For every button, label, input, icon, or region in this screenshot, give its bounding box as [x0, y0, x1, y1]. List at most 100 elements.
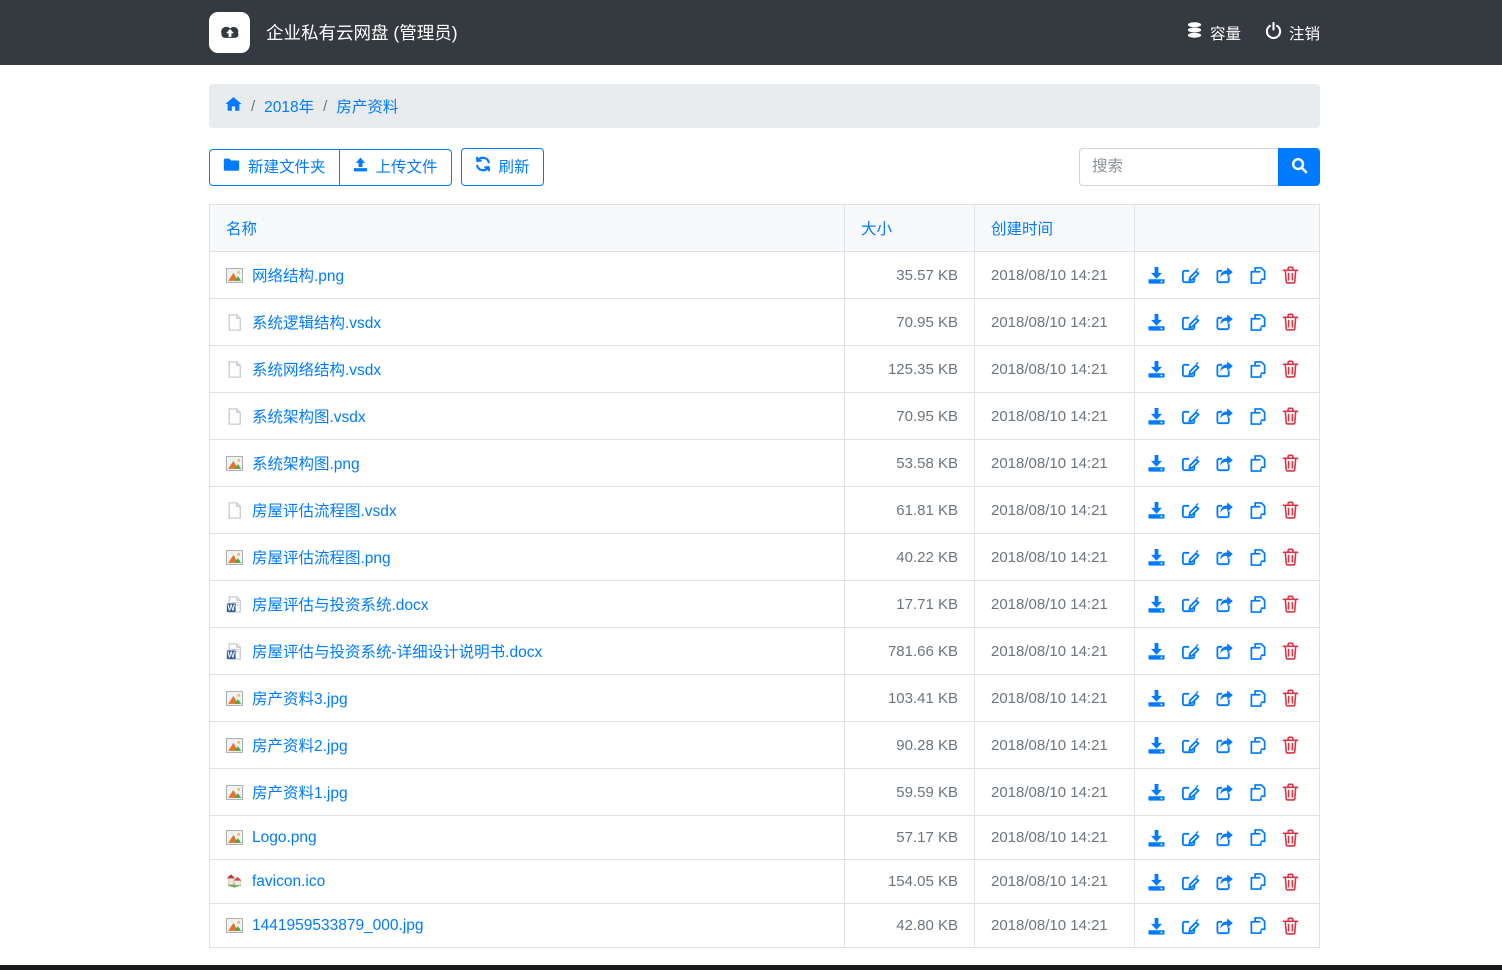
share-icon[interactable] [1215, 873, 1234, 891]
copy-icon[interactable] [1249, 736, 1267, 755]
share-icon[interactable] [1215, 829, 1234, 847]
copy-icon[interactable] [1249, 360, 1267, 379]
download-icon[interactable] [1147, 454, 1166, 472]
copy-icon[interactable] [1249, 642, 1267, 661]
app-brand[interactable]: 企业私有云网盘 (管理员) [209, 12, 458, 53]
file-name-link[interactable]: favicon.ico [252, 873, 325, 891]
refresh-button[interactable]: 刷新 [461, 148, 544, 186]
capacity-link[interactable]: 容量 [1186, 21, 1241, 44]
share-icon[interactable] [1215, 548, 1234, 566]
file-name-link[interactable]: 房产资料3.jpg [252, 687, 348, 709]
delete-icon[interactable] [1282, 689, 1299, 707]
delete-icon[interactable] [1282, 642, 1299, 660]
edit-icon[interactable] [1181, 313, 1200, 331]
download-icon[interactable] [1147, 595, 1166, 613]
download-icon[interactable] [1147, 360, 1166, 378]
edit-icon[interactable] [1181, 454, 1200, 472]
copy-icon[interactable] [1249, 266, 1267, 285]
new-folder-button[interactable]: 新建文件夹 [209, 149, 340, 186]
delete-icon[interactable] [1282, 917, 1299, 935]
share-icon[interactable] [1215, 407, 1234, 425]
delete-icon[interactable] [1282, 454, 1299, 472]
share-icon[interactable] [1215, 917, 1234, 935]
copy-icon[interactable] [1249, 595, 1267, 614]
file-name-link[interactable]: 房屋评估流程图.png [252, 546, 391, 568]
edit-icon[interactable] [1181, 783, 1200, 801]
file-name-link[interactable]: 1441959533879_000.jpg [252, 917, 424, 935]
file-name-link[interactable]: 房产资料1.jpg [252, 781, 348, 803]
edit-icon[interactable] [1181, 736, 1200, 754]
share-icon[interactable] [1215, 266, 1234, 284]
breadcrumb-home-link[interactable] [225, 96, 242, 117]
delete-icon[interactable] [1282, 595, 1299, 613]
download-icon[interactable] [1147, 642, 1166, 660]
download-icon[interactable] [1147, 548, 1166, 566]
copy-icon[interactable] [1249, 828, 1267, 847]
share-icon[interactable] [1215, 642, 1234, 660]
download-icon[interactable] [1147, 917, 1166, 935]
share-icon[interactable] [1215, 736, 1234, 754]
delete-icon[interactable] [1282, 829, 1299, 847]
logout-link[interactable]: 注销 [1265, 21, 1320, 44]
delete-icon[interactable] [1282, 266, 1299, 284]
share-icon[interactable] [1215, 783, 1234, 801]
copy-icon[interactable] [1249, 501, 1267, 520]
edit-icon[interactable] [1181, 873, 1200, 891]
breadcrumb-item-2018[interactable]: 2018年 [264, 95, 314, 117]
share-icon[interactable] [1215, 313, 1234, 331]
file-name-link[interactable]: 系统架构图.png [252, 452, 360, 474]
sort-by-name-link[interactable]: 名称 [226, 221, 257, 238]
delete-icon[interactable] [1282, 313, 1299, 331]
share-icon[interactable] [1215, 360, 1234, 378]
share-icon[interactable] [1215, 454, 1234, 472]
search-button[interactable] [1278, 148, 1320, 186]
download-icon[interactable] [1147, 266, 1166, 284]
copy-icon[interactable] [1249, 916, 1267, 935]
upload-file-button[interactable]: 上传文件 [339, 149, 452, 186]
share-icon[interactable] [1215, 689, 1234, 707]
download-icon[interactable] [1147, 313, 1166, 331]
delete-icon[interactable] [1282, 736, 1299, 754]
copy-icon[interactable] [1249, 454, 1267, 473]
download-icon[interactable] [1147, 501, 1166, 519]
edit-icon[interactable] [1181, 917, 1200, 935]
edit-icon[interactable] [1181, 407, 1200, 425]
delete-icon[interactable] [1282, 407, 1299, 425]
copy-icon[interactable] [1249, 407, 1267, 426]
copy-icon[interactable] [1249, 548, 1267, 567]
edit-icon[interactable] [1181, 501, 1200, 519]
edit-icon[interactable] [1181, 595, 1200, 613]
file-name-link[interactable]: Logo.png [252, 829, 317, 847]
delete-icon[interactable] [1282, 360, 1299, 378]
edit-icon[interactable] [1181, 689, 1200, 707]
download-icon[interactable] [1147, 873, 1166, 891]
download-icon[interactable] [1147, 407, 1166, 425]
edit-icon[interactable] [1181, 642, 1200, 660]
download-icon[interactable] [1147, 783, 1166, 801]
copy-icon[interactable] [1249, 783, 1267, 802]
search-input[interactable] [1079, 148, 1278, 186]
file-name-link[interactable]: 系统网络结构.vsdx [252, 358, 381, 380]
copy-icon[interactable] [1249, 313, 1267, 332]
delete-icon[interactable] [1282, 501, 1299, 519]
sort-by-created-link[interactable]: 创建时间 [991, 221, 1053, 238]
file-name-link[interactable]: 房屋评估与投资系统-详细设计说明书.docx [252, 640, 542, 662]
delete-icon[interactable] [1282, 873, 1299, 891]
file-name-link[interactable]: 房屋评估与投资系统.docx [252, 593, 429, 615]
copy-icon[interactable] [1249, 689, 1267, 708]
file-name-link[interactable]: 房屋评估流程图.vsdx [252, 499, 397, 521]
file-name-link[interactable]: 房产资料2.jpg [252, 734, 348, 756]
delete-icon[interactable] [1282, 548, 1299, 566]
edit-icon[interactable] [1181, 360, 1200, 378]
edit-icon[interactable] [1181, 548, 1200, 566]
download-icon[interactable] [1147, 736, 1166, 754]
edit-icon[interactable] [1181, 829, 1200, 847]
share-icon[interactable] [1215, 501, 1234, 519]
file-name-link[interactable]: 网络结构.png [252, 264, 344, 286]
download-icon[interactable] [1147, 689, 1166, 707]
file-name-link[interactable]: 系统逻辑结构.vsdx [252, 311, 381, 333]
sort-by-size-link[interactable]: 大小 [861, 221, 892, 238]
copy-icon[interactable] [1249, 872, 1267, 891]
breadcrumb-item-current[interactable]: 房产资料 [336, 95, 398, 117]
edit-icon[interactable] [1181, 266, 1200, 284]
